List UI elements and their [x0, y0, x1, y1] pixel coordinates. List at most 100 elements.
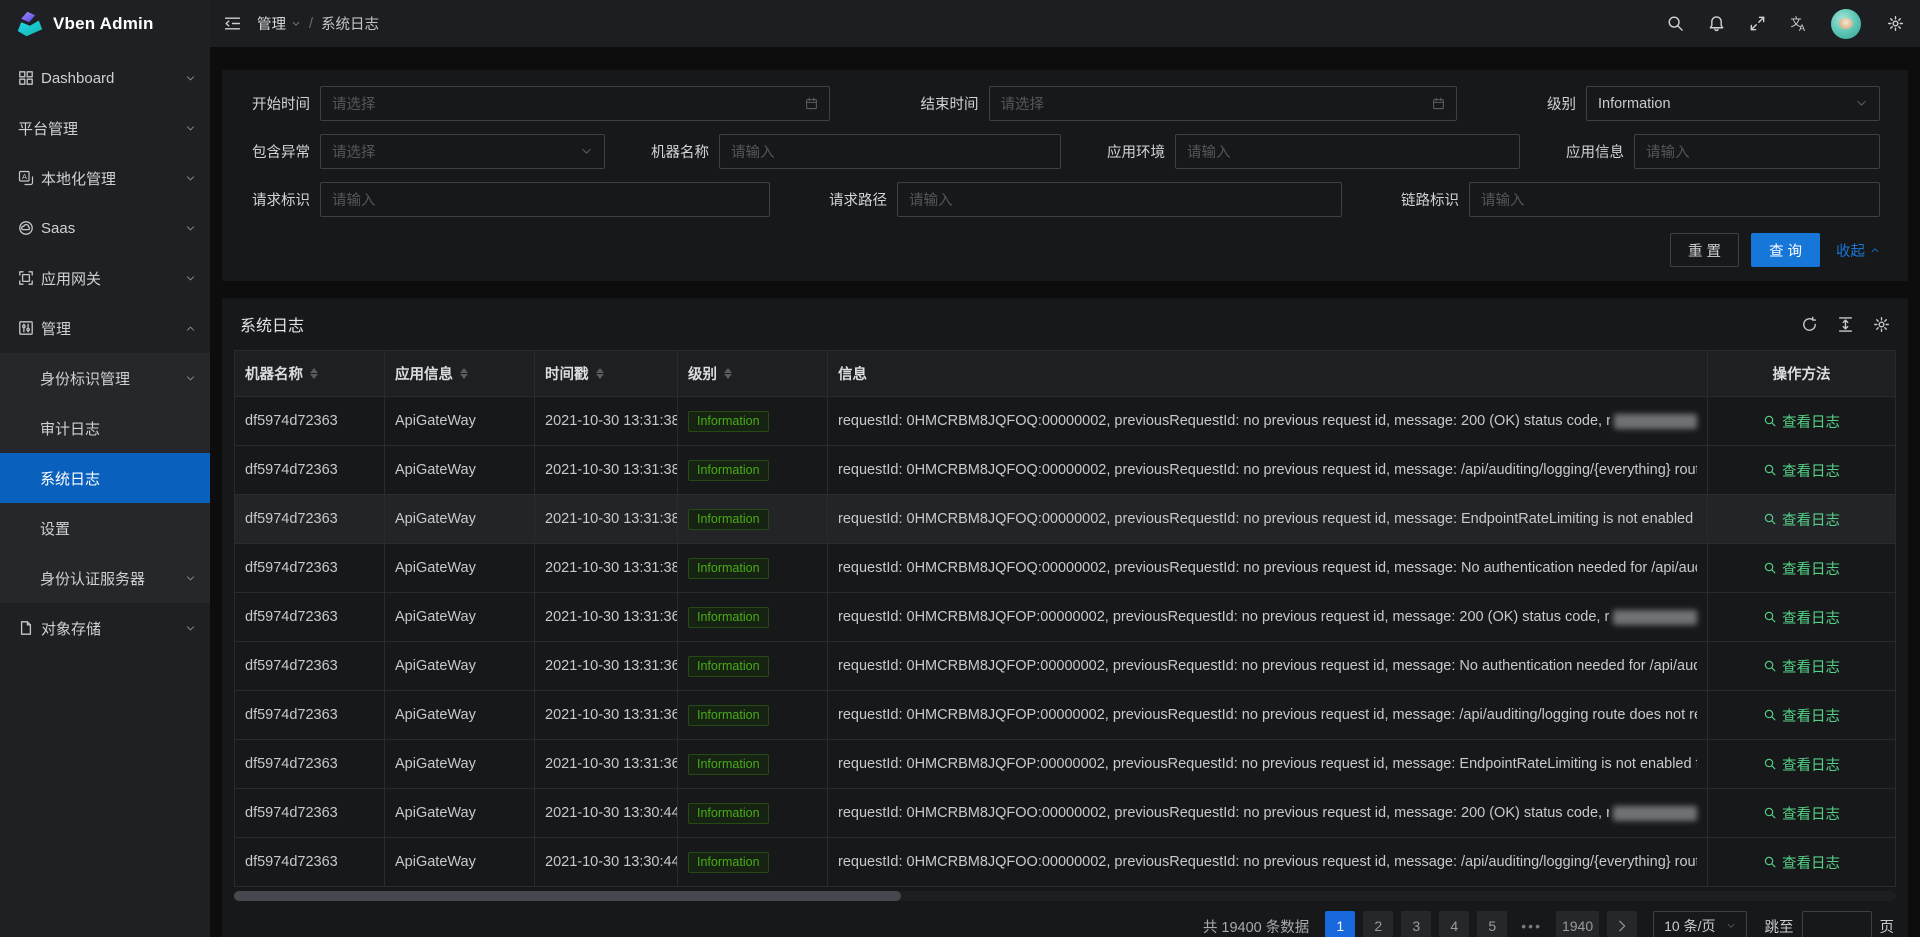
level-tag: Information	[688, 754, 769, 775]
filter-field: 请求路径请输入	[829, 182, 1342, 217]
field-value: Information	[1598, 96, 1847, 112]
view-log-link[interactable]: 查看日志	[1763, 460, 1840, 481]
view-log-link[interactable]: 查看日志	[1763, 852, 1840, 873]
select-input[interactable]: 请选择	[320, 134, 605, 169]
page-button[interactable]: 1	[1325, 911, 1355, 937]
view-log-link[interactable]: 查看日志	[1763, 411, 1840, 432]
log-message: requestId: 0HMCRBM8JQFOQ:00000002, previ…	[838, 511, 1697, 527]
horizontal-scrollbar-thumb[interactable]	[234, 891, 901, 901]
select-input[interactable]: Information	[1586, 86, 1880, 121]
cell-level: Information	[678, 544, 828, 592]
cell-app-info: ApiGateWay	[385, 740, 535, 788]
page-button[interactable]: 3	[1401, 911, 1431, 937]
top-header: 管理 / 系统日志 文A	[210, 0, 1920, 47]
sidebar-subitem[interactable]: 设置	[0, 503, 210, 553]
fullscreen-icon[interactable]	[1749, 15, 1766, 32]
magnifier-icon	[1763, 463, 1777, 477]
view-log-link[interactable]: 查看日志	[1763, 509, 1840, 530]
app-title: Vben Admin	[53, 14, 154, 34]
cell-app-info: ApiGateWay	[385, 544, 535, 592]
cell-app-info: ApiGateWay	[385, 691, 535, 739]
collapse-link[interactable]: 收起	[1836, 240, 1880, 261]
text-input[interactable]: 请输入	[1175, 134, 1520, 169]
search-button[interactable]: 查 询	[1751, 233, 1820, 267]
sidebar-item[interactable]: Saas	[0, 203, 210, 253]
table-row: df5974d72363ApiGateWay2021-10-30 13:31:3…	[235, 691, 1895, 740]
view-log-link[interactable]: 查看日志	[1763, 803, 1840, 824]
text-input[interactable]: 请输入	[719, 134, 1061, 169]
translate-icon[interactable]: 文A	[1790, 15, 1807, 32]
page-button[interactable]: 1940	[1556, 911, 1599, 937]
cell-message: requestId: 0HMCRBM8JQFOO:00000002, previ…	[828, 838, 1708, 886]
view-log-link[interactable]: 查看日志	[1763, 607, 1840, 628]
refresh-icon[interactable]	[1801, 316, 1818, 333]
column-header[interactable]: 时间戳	[535, 351, 678, 396]
text-input[interactable]: 请输入	[1634, 134, 1880, 169]
text-input[interactable]: 请输入	[897, 182, 1342, 217]
cell-machine-name: df5974d72363	[235, 446, 385, 494]
page-button[interactable]: 5	[1477, 911, 1507, 937]
table-settings-icon[interactable]	[1873, 316, 1890, 333]
filter-row: 开始时间请选择结束时间请选择级别Information	[252, 86, 1880, 121]
column-header[interactable]: 机器名称	[235, 351, 385, 396]
view-log-link[interactable]: 查看日志	[1763, 705, 1840, 726]
cell-level: Information	[678, 446, 828, 494]
jump-suffix: 页	[1880, 916, 1895, 937]
cell-actions: 查看日志	[1708, 544, 1895, 592]
cell-message: requestId: 0HMCRBM8JQFOQ:00000002, previ…	[828, 495, 1708, 543]
app-logo[interactable]: Vben Admin	[0, 0, 210, 47]
reset-button[interactable]: 重 置	[1670, 233, 1739, 267]
cell-message: requestId: 0HMCRBM8JQFOQ:00000002, previ…	[828, 544, 1708, 592]
jump-page-input[interactable]	[1802, 911, 1872, 937]
search-icon[interactable]	[1667, 15, 1684, 32]
view-log-link[interactable]: 查看日志	[1763, 754, 1840, 775]
breadcrumb-parent[interactable]: 管理	[257, 13, 301, 34]
view-log-label: 查看日志	[1782, 852, 1840, 873]
cell-app-info: ApiGateWay	[385, 446, 535, 494]
field-placeholder: 请输入	[1646, 141, 1868, 162]
breadcrumb: 管理 / 系统日志	[257, 13, 379, 34]
sidebar-item[interactable]: 平台管理	[0, 103, 210, 153]
cell-machine-name: df5974d72363	[235, 740, 385, 788]
table-row: df5974d72363ApiGateWay2021-10-30 13:31:3…	[235, 495, 1895, 544]
sidebar-item[interactable]: A本地化管理	[0, 153, 210, 203]
cell-machine-name: df5974d72363	[235, 838, 385, 886]
saas-icon	[18, 220, 34, 236]
sidebar-subitem[interactable]: 审计日志	[0, 403, 210, 453]
view-log-link[interactable]: 查看日志	[1763, 558, 1840, 579]
sidebar-subitem[interactable]: 身份标识管理	[0, 353, 210, 403]
filter-field: 应用信息请输入	[1566, 134, 1880, 169]
magnifier-icon	[1763, 659, 1777, 673]
row-height-icon[interactable]	[1837, 316, 1854, 333]
breadcrumb-current: 系统日志	[321, 13, 379, 34]
view-log-label: 查看日志	[1782, 460, 1840, 481]
date-picker-input[interactable]: 请选择	[320, 86, 830, 121]
menu-fold-icon[interactable]	[224, 15, 241, 32]
date-picker-input[interactable]: 请选择	[989, 86, 1457, 121]
sidebar-item[interactable]: 应用网关	[0, 253, 210, 303]
user-avatar[interactable]	[1831, 9, 1861, 39]
page-button[interactable]: 4	[1439, 911, 1469, 937]
text-input[interactable]: 请输入	[320, 182, 770, 217]
field-label: 级别	[1547, 93, 1576, 114]
sidebar-item[interactable]: Dashboard	[0, 53, 210, 103]
settings-gear-icon[interactable]	[1887, 15, 1904, 32]
text-input[interactable]: 请输入	[1469, 182, 1880, 217]
horizontal-scrollbar-track[interactable]	[234, 891, 1896, 901]
level-tag: Information	[688, 705, 769, 726]
view-log-link[interactable]: 查看日志	[1763, 656, 1840, 677]
page-ellipsis[interactable]: •••	[1515, 911, 1548, 937]
column-header[interactable]: 应用信息	[385, 351, 535, 396]
sidebar-subitem[interactable]: 系统日志	[0, 453, 210, 503]
column-header[interactable]: 级别	[678, 351, 828, 396]
cell-message: requestId: 0HMCRBM8JQFOQ:00000002, previ…	[828, 446, 1708, 494]
filter-row: 包含异常请选择机器名称请输入应用环境请输入应用信息请输入	[252, 134, 1880, 169]
page-size-select[interactable]: 10 条/页	[1653, 911, 1746, 937]
sidebar-subitem[interactable]: 身份认证服务器	[0, 553, 210, 603]
sidebar-item[interactable]: 对象存储	[0, 603, 210, 653]
next-page-button[interactable]	[1607, 911, 1637, 937]
notification-bell-icon[interactable]	[1708, 15, 1725, 32]
cell-timestamp: 2021-10-30 13:31:38	[535, 446, 678, 494]
page-button[interactable]: 2	[1363, 911, 1393, 937]
sidebar-item[interactable]: 管理	[0, 303, 210, 353]
